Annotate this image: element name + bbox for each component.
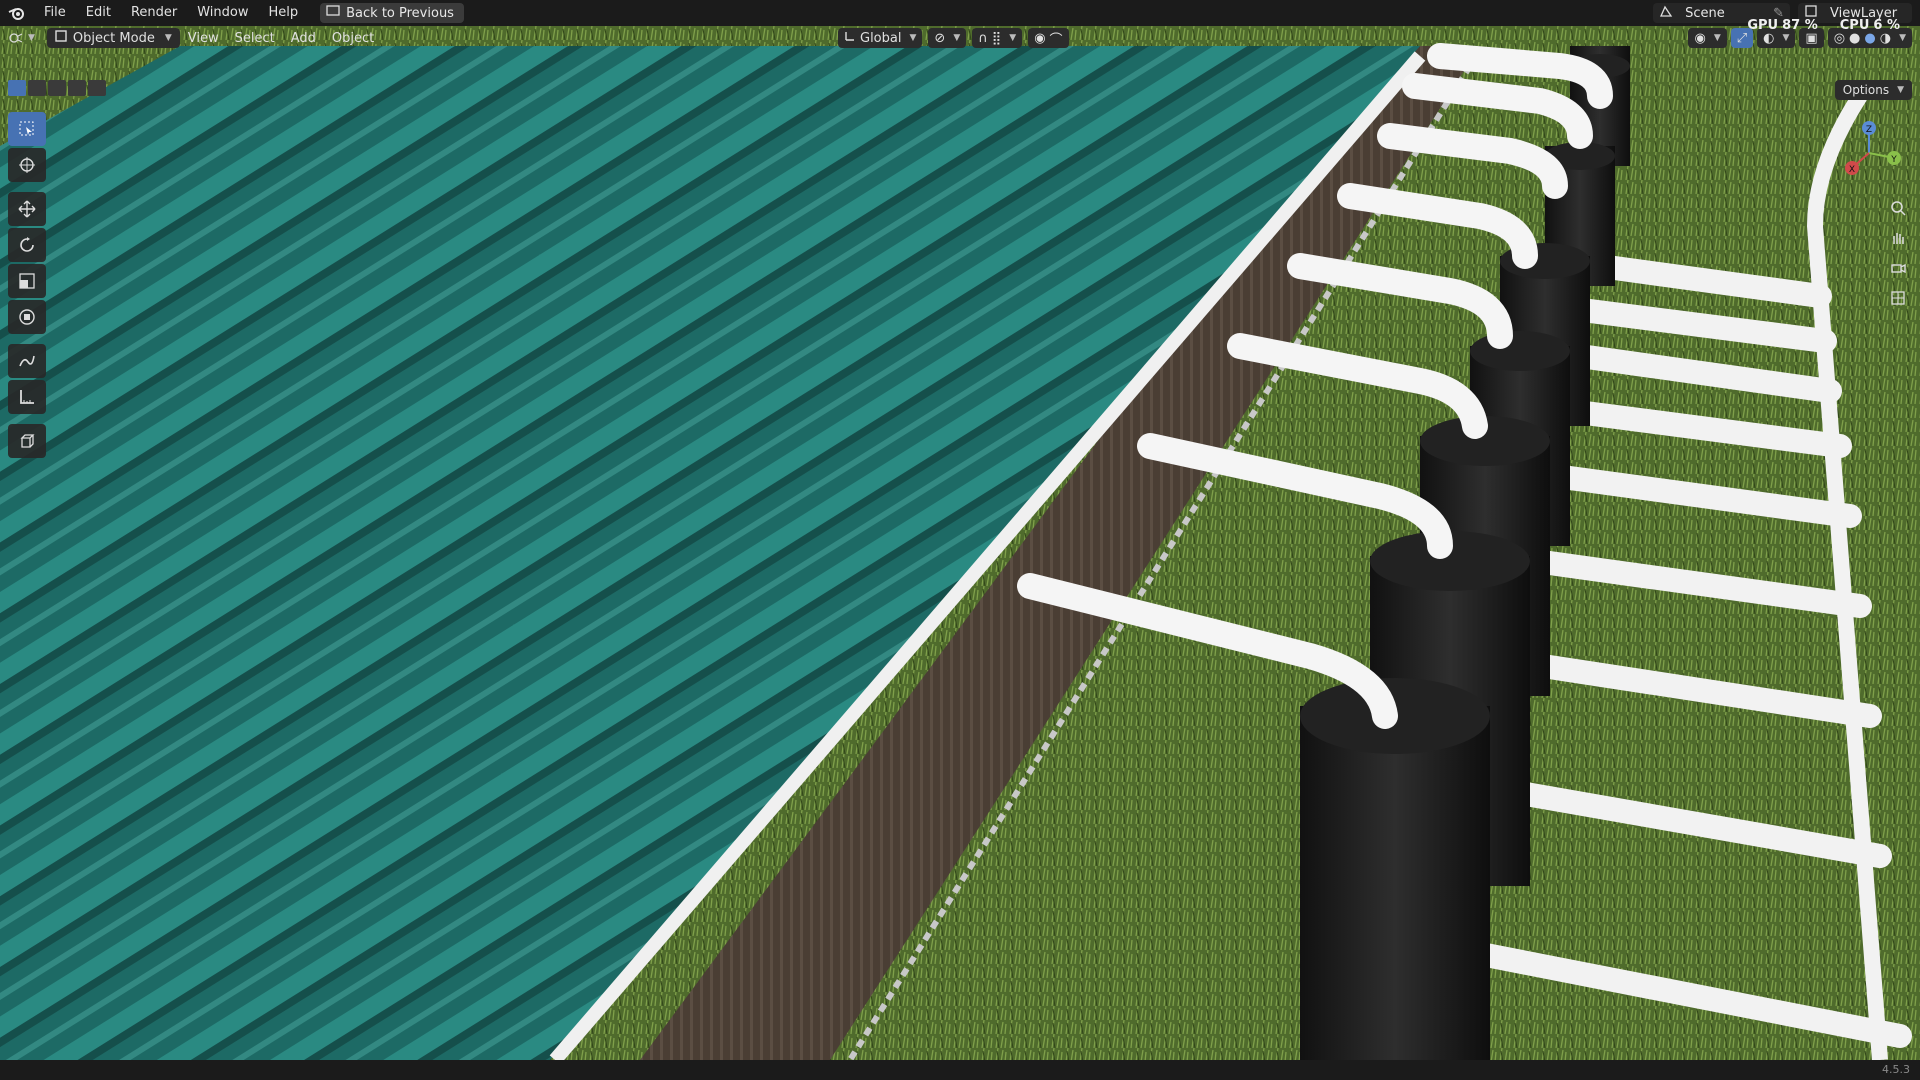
falloff-icon: ⌒: [1049, 32, 1063, 48]
select-invert-icon[interactable]: [68, 80, 86, 96]
navigation-gizmo[interactable]: Z Y X: [1834, 118, 1904, 188]
performance-hud: GPU 87 % CPU 6 %: [1737, 18, 1900, 33]
menu-add[interactable]: Add: [283, 28, 324, 48]
menu-window[interactable]: Window: [187, 0, 258, 26]
magnet-icon: ∩: [978, 30, 988, 46]
options-label: Options: [1842, 83, 1890, 97]
gpu-label: GPU: [1747, 18, 1779, 33]
selection-mode-group: [8, 80, 106, 96]
scene-icon: [1653, 4, 1677, 22]
annotate-icon[interactable]: [8, 344, 46, 378]
menu-file[interactable]: File: [34, 0, 76, 26]
chevron-down-icon: ▼: [909, 33, 917, 43]
visibility-dropdown[interactable]: ◉ ▼: [1688, 28, 1727, 48]
pan-hand-icon[interactable]: [1886, 226, 1910, 250]
back-to-previous-label: Back to Previous: [346, 5, 454, 21]
options-dropdown[interactable]: Options ▼: [1834, 80, 1912, 100]
proportional-edit-toggle[interactable]: ◉ ⌒: [1028, 28, 1069, 48]
menu-render[interactable]: Render: [121, 0, 187, 26]
viewport-scene[interactable]: [0, 26, 1920, 1060]
screen-icon: [326, 5, 340, 21]
gizmo-x-label: X: [1849, 165, 1855, 175]
transform-icon[interactable]: [8, 300, 46, 334]
proportional-edit-icon: ◉: [1034, 30, 1046, 46]
select-subtract-icon[interactable]: [48, 80, 66, 96]
orientation-label: Global: [860, 30, 902, 46]
pivot-dropdown[interactable]: ⊘ ▼: [928, 28, 967, 48]
viewport-header: ▼ Object Mode ▼ View Select Add Object G…: [0, 26, 1920, 50]
cursor-icon[interactable]: [8, 148, 46, 182]
add-cube-icon[interactable]: [8, 424, 46, 458]
menu-help[interactable]: Help: [259, 0, 309, 26]
version-label: 4.5.3: [1882, 1063, 1910, 1076]
menu-object[interactable]: Object: [324, 28, 382, 48]
rotate-icon[interactable]: [8, 228, 46, 262]
menu-edit[interactable]: Edit: [76, 0, 121, 26]
gizmo-z-label: Z: [1866, 125, 1872, 135]
axis-icon: [844, 30, 856, 46]
eye-icon: ◉: [1694, 30, 1706, 46]
snap-toggle[interactable]: ∩ ⣿ ▼: [972, 28, 1023, 48]
measure-icon[interactable]: [8, 380, 46, 414]
transform-settings: Global ▼ ⊘ ▼ ∩ ⣿ ▼ ◉ ⌒: [838, 28, 1069, 48]
select-box-icon[interactable]: [8, 112, 46, 146]
status-bar: 4.5.3: [0, 1060, 1920, 1080]
pivot-icon: ⊘: [934, 30, 946, 46]
select-extend-icon[interactable]: [28, 80, 46, 96]
chevron-down-icon: ▼: [1897, 85, 1904, 95]
chevron-down-icon: ▼: [164, 33, 172, 43]
cpu-label: CPU: [1839, 18, 1870, 33]
menu-select[interactable]: Select: [227, 28, 283, 48]
gpu-value: 87 %: [1782, 18, 1818, 33]
camera-icon[interactable]: [1886, 256, 1910, 280]
object-mode-dropdown[interactable]: Object Mode ▼: [46, 28, 180, 48]
gizmo-y-label: Y: [1890, 155, 1897, 165]
menu-view[interactable]: View: [180, 28, 227, 48]
3d-viewport[interactable]: Options ▼ Z Y X: [0, 26, 1920, 1060]
select-new-icon[interactable]: [8, 80, 26, 96]
cpu-value: 6 %: [1873, 18, 1900, 33]
orientation-dropdown[interactable]: Global ▼: [838, 28, 923, 48]
tool-shelf: [8, 112, 48, 458]
object-mode-icon: [55, 30, 67, 46]
grid-perspective-icon[interactable]: [1886, 286, 1910, 310]
zoom-icon[interactable]: [1886, 196, 1910, 220]
back-to-previous-button[interactable]: Back to Previous: [320, 3, 464, 23]
object-mode-label: Object Mode: [72, 30, 155, 46]
select-intersect-icon[interactable]: [88, 80, 106, 96]
move-icon[interactable]: [8, 192, 46, 226]
editor-type-icon[interactable]: ▼: [0, 28, 43, 48]
scale-icon[interactable]: [8, 264, 46, 298]
snap-grid-icon: ⣿: [991, 30, 1002, 46]
top-menu-bar: File Edit Render Window Help Back to Pre…: [0, 0, 1920, 26]
navigation-buttons: [1886, 196, 1910, 310]
blender-logo-icon[interactable]: [0, 0, 34, 26]
